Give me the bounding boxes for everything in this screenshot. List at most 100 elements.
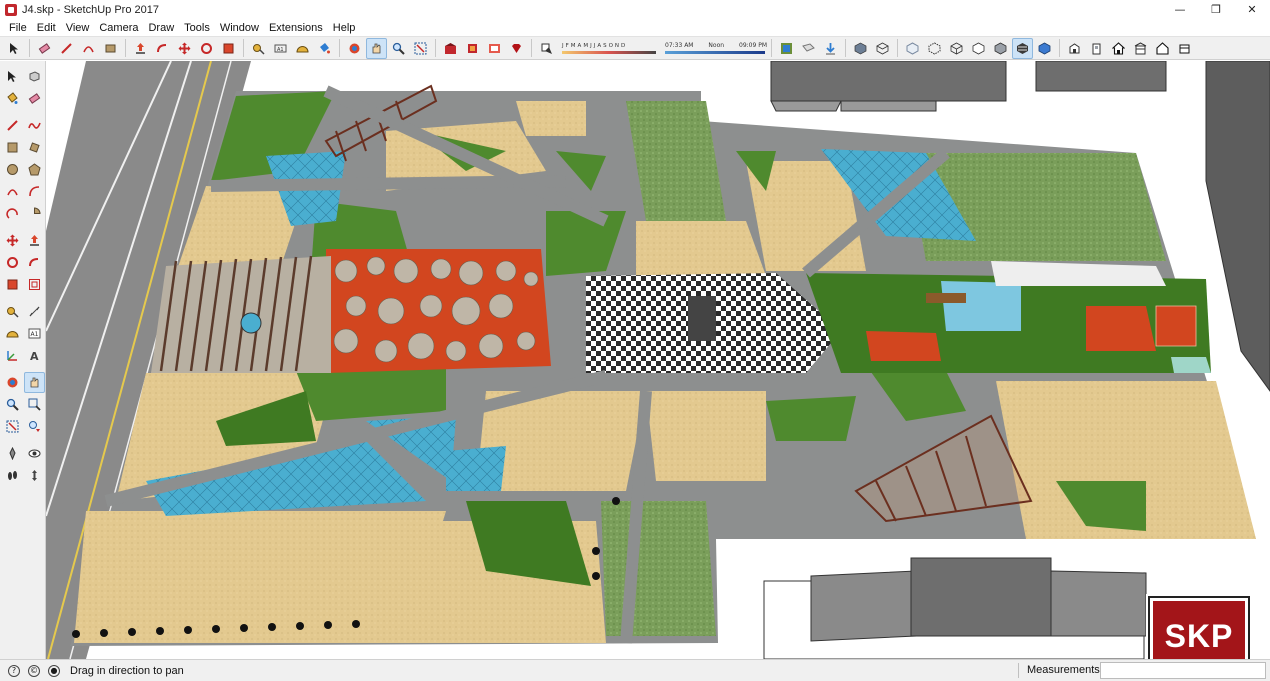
monochrome-icon[interactable] xyxy=(1034,38,1055,59)
toolbar-separator xyxy=(1059,39,1060,57)
shadow-icon[interactable] xyxy=(536,38,557,59)
shadow-month-slider[interactable]: J F M A M J J A S O N D xyxy=(562,43,656,54)
protractor-icon[interactable] xyxy=(2,323,23,344)
maximize-button[interactable]: ❐ xyxy=(1198,0,1234,19)
pie-icon[interactable] xyxy=(24,203,45,224)
credits-icon[interactable]: © xyxy=(28,664,40,677)
three-point-arc-icon[interactable] xyxy=(2,203,23,224)
pan-icon[interactable] xyxy=(24,372,45,393)
month-slider-track[interactable] xyxy=(562,50,656,54)
rectangle-icon[interactable] xyxy=(100,38,121,59)
textured-icon[interactable] xyxy=(1012,37,1033,59)
menu-draw[interactable]: Draw xyxy=(143,22,179,34)
extension-warehouse-icon[interactable] xyxy=(462,38,483,59)
scale-icon[interactable] xyxy=(218,38,239,59)
menu-view[interactable]: View xyxy=(61,22,95,34)
circle-icon[interactable] xyxy=(2,159,23,180)
arc-icon[interactable] xyxy=(2,181,23,202)
zoom-icon[interactable] xyxy=(2,394,23,415)
paint-bucket-icon[interactable] xyxy=(314,38,335,59)
text-icon[interactable]: A1 xyxy=(24,323,45,344)
hidden-line-icon[interactable] xyxy=(968,38,989,59)
orbit-icon[interactable] xyxy=(344,38,365,59)
rotate-icon[interactable] xyxy=(2,252,23,273)
line-icon[interactable] xyxy=(56,38,77,59)
menu-file[interactable]: File xyxy=(4,22,32,34)
push-pull-icon[interactable] xyxy=(24,230,45,251)
push-pull-icon[interactable] xyxy=(130,38,151,59)
shaded-icon[interactable] xyxy=(990,38,1011,59)
back-view-icon[interactable] xyxy=(1130,38,1151,59)
3d-text-icon[interactable]: A xyxy=(24,345,45,366)
shadow-time-slider[interactable]: 07:33 AM Noon 09:09 PM xyxy=(665,42,767,54)
protractor-icon[interactable] xyxy=(292,38,313,59)
paint-bucket-icon[interactable] xyxy=(2,88,23,109)
zoom-extents-icon[interactable] xyxy=(410,38,431,59)
large-tool-set: A1 A xyxy=(0,61,46,659)
right-view-icon[interactable] xyxy=(1086,38,1107,59)
section-plane-icon[interactable] xyxy=(776,38,797,59)
house-icon[interactable] xyxy=(1108,38,1129,59)
zoom-window-icon[interactable] xyxy=(24,394,45,415)
dimension-icon[interactable] xyxy=(24,301,45,322)
menu-edit[interactable]: Edit xyxy=(32,22,61,34)
menu-help[interactable]: Help xyxy=(328,22,361,34)
warehouse-icon[interactable] xyxy=(440,38,461,59)
two-point-arc-icon[interactable] xyxy=(24,181,45,202)
close-button[interactable]: ✕ xyxy=(1234,0,1270,19)
scale-icon[interactable] xyxy=(2,274,23,295)
offset-icon[interactable] xyxy=(24,274,45,295)
arc-icon[interactable] xyxy=(78,38,99,59)
axes-icon[interactable] xyxy=(2,345,23,366)
zoom-extents-icon[interactable] xyxy=(2,416,23,437)
wireframe-icon[interactable] xyxy=(946,38,967,59)
xray-icon[interactable] xyxy=(902,38,923,59)
geolocation-icon[interactable]: ? xyxy=(8,664,20,677)
menu-window[interactable]: Window xyxy=(215,22,264,34)
bottom-view-icon[interactable] xyxy=(1174,38,1195,59)
move-icon[interactable] xyxy=(174,38,195,59)
select-icon[interactable] xyxy=(4,38,25,59)
select-icon[interactable] xyxy=(2,66,23,87)
eraser-icon[interactable] xyxy=(34,38,55,59)
iso-view-icon[interactable] xyxy=(850,38,871,59)
orbit-icon[interactable] xyxy=(2,372,23,393)
model-viewport[interactable] xyxy=(46,61,1270,659)
menu-tools[interactable]: Tools xyxy=(179,22,215,34)
freehand-icon[interactable] xyxy=(24,115,45,136)
back-edges-icon[interactable] xyxy=(924,38,945,59)
follow-me-icon[interactable] xyxy=(24,252,45,273)
previous-view-icon[interactable] xyxy=(24,416,45,437)
look-around-icon[interactable] xyxy=(24,443,45,464)
menu-extensions[interactable]: Extensions xyxy=(264,22,328,34)
minimize-button[interactable]: — xyxy=(1162,0,1198,19)
line-icon[interactable] xyxy=(2,115,23,136)
user-icon[interactable]: ● xyxy=(48,664,60,677)
rectangle-icon[interactable] xyxy=(2,137,23,158)
rotated-rectangle-icon[interactable] xyxy=(24,137,45,158)
time-slider-track[interactable] xyxy=(665,51,765,54)
polygon-icon[interactable] xyxy=(24,159,45,180)
tape-measure-icon[interactable] xyxy=(248,38,269,59)
rotate-icon[interactable] xyxy=(196,38,217,59)
zoom-icon[interactable] xyxy=(388,38,409,59)
section-plane-icon[interactable] xyxy=(24,465,45,486)
dimension-icon[interactable]: A1 xyxy=(270,38,291,59)
front-view-icon[interactable] xyxy=(1064,38,1085,59)
layout-icon[interactable] xyxy=(484,38,505,59)
tape-measure-icon[interactable] xyxy=(2,301,23,322)
follow-me-icon[interactable] xyxy=(152,38,173,59)
position-camera-icon[interactable] xyxy=(2,443,23,464)
section-fill-icon[interactable] xyxy=(798,38,819,59)
eraser-icon[interactable] xyxy=(24,88,45,109)
measurements-input[interactable] xyxy=(1100,662,1266,679)
make-component-icon[interactable] xyxy=(24,66,45,87)
top-view-icon[interactable] xyxy=(872,38,893,59)
ruby-icon[interactable] xyxy=(506,38,527,59)
menu-camera[interactable]: Camera xyxy=(94,22,143,34)
pan-icon[interactable] xyxy=(366,37,387,59)
download-icon[interactable] xyxy=(820,38,841,59)
move-icon[interactable] xyxy=(2,230,23,251)
walk-icon[interactable] xyxy=(2,465,23,486)
left-view-icon[interactable] xyxy=(1152,38,1173,59)
